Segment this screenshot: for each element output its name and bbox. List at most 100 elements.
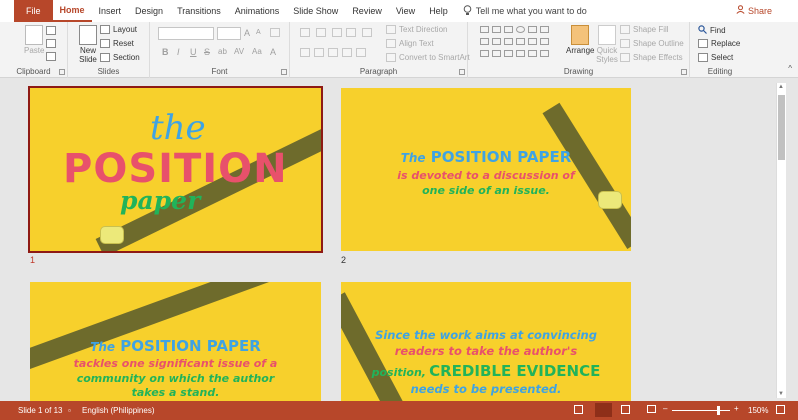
convert-smartart-button[interactable]: Convert to SmartArt bbox=[386, 53, 470, 62]
tab-view[interactable]: View bbox=[389, 0, 422, 22]
shape-effects-button[interactable]: Shape Effects bbox=[620, 53, 683, 62]
drawing-launcher-icon[interactable] bbox=[681, 69, 687, 75]
change-case-button[interactable]: Aa bbox=[252, 47, 262, 56]
italic-button[interactable]: I bbox=[177, 47, 180, 57]
bullets-icon[interactable] bbox=[300, 28, 310, 37]
ribbon-tab-row: File Home Insert Design Transitions Anim… bbox=[0, 0, 798, 22]
zoom-out-icon[interactable]: – bbox=[663, 404, 667, 413]
scrollbar-thumb[interactable] bbox=[778, 95, 785, 160]
shape-icon bbox=[492, 26, 501, 33]
slide-thumbnail-2[interactable]: The POSITION PAPER is devoted to a discu… bbox=[341, 88, 631, 251]
tab-transitions[interactable]: Transitions bbox=[170, 0, 228, 22]
language-indicator[interactable]: English (Philippines) bbox=[82, 406, 154, 415]
slide-show-view-icon[interactable] bbox=[647, 405, 656, 413]
shape-icon bbox=[516, 38, 525, 45]
slide-thumbnail-3[interactable]: The POSITION PAPER tackles one significa… bbox=[30, 282, 321, 401]
tab-slide-show[interactable]: Slide Show bbox=[286, 0, 345, 22]
font-color-button[interactable]: A bbox=[270, 47, 276, 57]
select-button[interactable]: Select bbox=[698, 53, 733, 62]
new-slide-button[interactable]: New Slide bbox=[76, 25, 100, 64]
scroll-down-icon[interactable]: ▼ bbox=[778, 391, 784, 397]
replace-icon bbox=[698, 39, 708, 48]
align-right-icon[interactable] bbox=[328, 48, 338, 57]
scroll-up-icon[interactable]: ▲ bbox=[778, 84, 784, 90]
font-launcher-icon[interactable] bbox=[281, 69, 287, 75]
align-left-icon[interactable] bbox=[300, 48, 310, 57]
clipboard-group: Paste Clipboard bbox=[0, 22, 68, 78]
text-direction-button[interactable]: Text Direction bbox=[386, 25, 447, 34]
collapse-ribbon-icon[interactable]: ^ bbox=[788, 64, 792, 73]
shape-icon bbox=[492, 50, 501, 57]
align-center-icon[interactable] bbox=[314, 48, 324, 57]
slide-sorter-view-icon[interactable] bbox=[595, 403, 612, 417]
fit-to-window-icon[interactable] bbox=[776, 405, 785, 414]
slide-thumbnail-4[interactable]: Since the work aims at convincing reader… bbox=[341, 282, 631, 401]
font-size-select[interactable] bbox=[217, 27, 241, 40]
text-shadow-button[interactable]: ab bbox=[218, 47, 227, 56]
tab-file[interactable]: File bbox=[14, 0, 53, 22]
bold-button[interactable]: B bbox=[162, 47, 169, 57]
reset-button[interactable]: Reset bbox=[100, 39, 134, 48]
shape-outline-button[interactable]: Shape Outline bbox=[620, 39, 684, 48]
shape-icon bbox=[480, 50, 489, 57]
decrease-indent-icon[interactable] bbox=[332, 28, 342, 37]
shapes-gallery[interactable] bbox=[480, 26, 560, 64]
quick-styles-button[interactable]: Quick Styles bbox=[594, 25, 620, 64]
columns-icon[interactable] bbox=[356, 48, 366, 57]
shape-icon bbox=[504, 50, 513, 57]
clipboard-icon bbox=[25, 25, 44, 45]
align-text-button[interactable]: Align Text bbox=[386, 39, 434, 48]
line-spacing-icon[interactable] bbox=[362, 28, 372, 37]
cursor-icon bbox=[698, 53, 708, 62]
slide-sorter: the POSITION paper 1 The POSITION PAPER … bbox=[0, 79, 798, 401]
copy-icon[interactable] bbox=[46, 39, 56, 48]
format-painter-icon[interactable] bbox=[46, 52, 56, 61]
paragraph-launcher-icon[interactable] bbox=[459, 69, 465, 75]
grow-font-button[interactable]: A bbox=[244, 28, 250, 38]
slide-2-line-3: one side of an issue. bbox=[422, 184, 550, 197]
zoom-slider[interactable] bbox=[672, 410, 730, 411]
zoom-slider-handle[interactable] bbox=[717, 406, 720, 415]
section-button[interactable]: Section bbox=[100, 53, 140, 62]
justify-icon[interactable] bbox=[342, 48, 352, 57]
slides-label: Slides bbox=[97, 67, 120, 76]
font-name-select[interactable] bbox=[158, 27, 214, 40]
slide-3-line-3: community on which the author bbox=[76, 372, 275, 385]
arrange-button[interactable]: Arrange bbox=[566, 25, 594, 55]
share-button[interactable]: Share bbox=[736, 5, 772, 16]
clear-formatting-icon[interactable] bbox=[270, 28, 280, 37]
clipboard-launcher-icon[interactable] bbox=[59, 69, 65, 75]
tab-design[interactable]: Design bbox=[128, 0, 170, 22]
tab-review[interactable]: Review bbox=[345, 0, 389, 22]
shape-icon bbox=[504, 38, 513, 45]
tell-me-search[interactable]: Tell me what you want to do bbox=[463, 0, 587, 22]
tab-home[interactable]: Home bbox=[52, 0, 92, 22]
normal-view-icon[interactable] bbox=[574, 405, 583, 414]
layout-button[interactable]: Layout bbox=[100, 25, 137, 34]
slide-thumbnail-1[interactable]: the POSITION paper bbox=[28, 86, 323, 253]
spellcheck-icon[interactable]: ▫ bbox=[68, 406, 71, 415]
tab-insert[interactable]: Insert bbox=[92, 0, 129, 22]
paste-button[interactable]: Paste bbox=[24, 25, 44, 55]
zoom-level[interactable]: 150% bbox=[748, 406, 768, 415]
slide-3-title: The POSITION PAPER bbox=[90, 337, 261, 355]
tab-help[interactable]: Help bbox=[422, 0, 455, 22]
strikethrough-button[interactable]: S bbox=[204, 47, 210, 57]
reading-view-icon[interactable] bbox=[621, 405, 630, 414]
tab-animations[interactable]: Animations bbox=[228, 0, 287, 22]
zoom-in-icon[interactable]: + bbox=[734, 404, 739, 413]
replace-button[interactable]: Replace bbox=[698, 39, 740, 48]
slide-3-line-4: takes a stand. bbox=[131, 386, 220, 399]
shape-fill-button[interactable]: Shape Fill bbox=[620, 25, 669, 34]
tape-roll-graphic bbox=[100, 226, 124, 244]
slides-group: New Slide Layout Reset Section Slides bbox=[68, 22, 150, 78]
increase-indent-icon[interactable] bbox=[346, 28, 356, 37]
vertical-scrollbar[interactable]: ▲ ▼ bbox=[776, 83, 786, 398]
underline-button[interactable]: U bbox=[190, 47, 197, 57]
shrink-font-button[interactable]: A bbox=[256, 29, 261, 36]
find-button[interactable]: Find bbox=[698, 25, 726, 36]
character-spacing-button[interactable]: AV bbox=[234, 47, 244, 56]
numbering-icon[interactable] bbox=[316, 28, 326, 37]
cut-icon[interactable] bbox=[46, 26, 56, 35]
person-icon bbox=[736, 5, 745, 16]
